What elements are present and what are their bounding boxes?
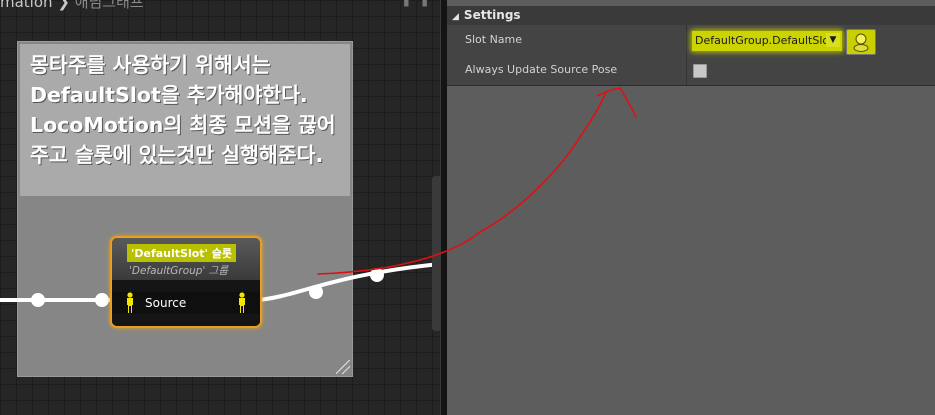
property-column-splitter[interactable] [686, 55, 687, 85]
property-row-slot-name: Slot Name DefaultGroup.DefaultSlot ▼ [447, 25, 935, 55]
pose-input-pin-icon[interactable] [124, 292, 136, 314]
anim-graph-canvas[interactable]: mation ❯ 애님그래프 ▮ ▮ 몽타주를 사용하기 위해서는 Defaul… [0, 0, 440, 415]
wire-reroute-knot[interactable] [370, 268, 384, 282]
pose-output-pin-icon[interactable] [236, 292, 248, 314]
slot-node[interactable]: 'DefaultSlot' 슬롯 'DefaultGroup' 그룹 Sourc… [110, 236, 262, 328]
always-update-source-pose-label: Always Update Source Pose [465, 63, 618, 76]
settings-category-header[interactable]: ◢ Settings [447, 6, 935, 25]
settings-category-title: Settings [463, 8, 521, 22]
wire-reroute-knot[interactable] [309, 285, 323, 299]
slot-node-subtitle: 'DefaultGroup' 그룹 [129, 265, 228, 277]
pose-wires [0, 176, 440, 331]
slot-node-title: 'DefaultSlot' 슬롯 [127, 244, 236, 262]
offscreen-node-edge [432, 176, 440, 331]
source-pin-label: Source [145, 296, 187, 310]
slot-node-pin-row: Source [112, 292, 260, 314]
slot-manager-icon [853, 33, 869, 52]
details-panel: ◢ Settings Slot Name DefaultGroup.Default… [447, 0, 935, 415]
slot-name-value: DefaultGroup.DefaultSlot [695, 34, 834, 47]
wire-reroute-knot[interactable] [31, 293, 45, 307]
collapse-arrow-icon[interactable]: ◢ [452, 12, 459, 22]
slot-name-dropdown[interactable]: DefaultGroup.DefaultSlot ▼ [691, 30, 843, 52]
always-update-source-pose-checkbox[interactable] [693, 64, 707, 78]
settings-category-body: Slot Name DefaultGroup.DefaultSlot ▼ Alw… [447, 25, 935, 86]
wire-reroute-knot[interactable] [95, 293, 109, 307]
property-row-always-update: Always Update Source Pose [447, 55, 935, 85]
slot-manager-button[interactable] [846, 29, 876, 55]
slot-node-body: Source [112, 280, 260, 326]
chevron-down-icon[interactable]: ▼ [826, 33, 840, 47]
property-column-splitter[interactable] [686, 25, 687, 55]
slot-name-label: Slot Name [465, 33, 523, 46]
slot-node-header[interactable]: 'DefaultSlot' 슬롯 'DefaultGroup' 그룹 [112, 238, 260, 280]
